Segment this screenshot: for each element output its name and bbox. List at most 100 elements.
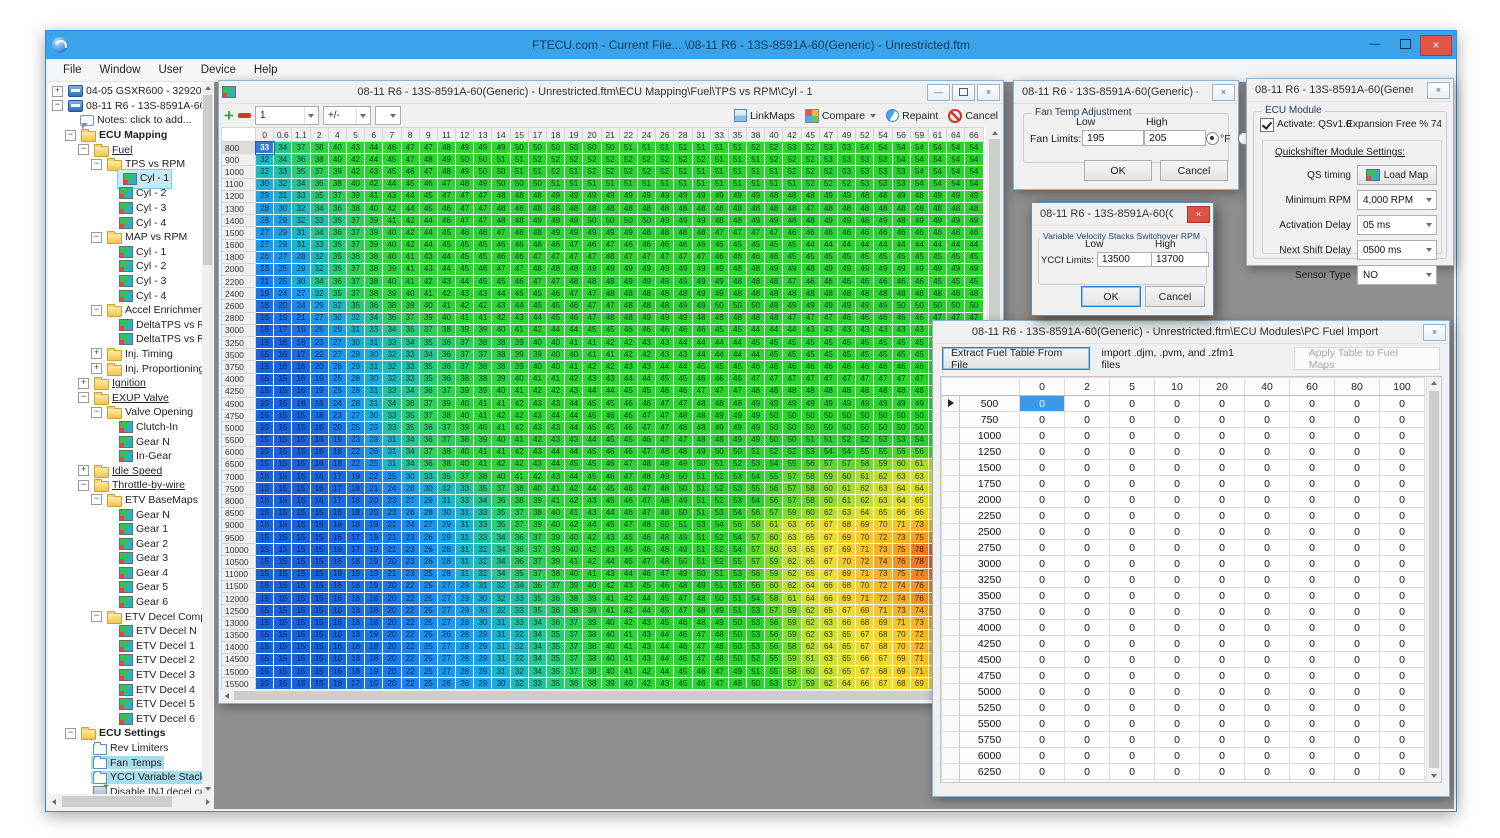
fuel-map-cell[interactable]: 31 bbox=[292, 227, 310, 239]
fuel-map-cell[interactable]: 46 bbox=[619, 507, 637, 519]
fuel-map-cell[interactable]: 45 bbox=[892, 251, 910, 263]
fuel-map-cell[interactable]: 47 bbox=[692, 653, 710, 665]
tree-expander-icon[interactable]: + bbox=[52, 86, 63, 97]
fuel-map-cell[interactable]: 49 bbox=[728, 666, 746, 678]
fuel-map-cell[interactable]: 37 bbox=[565, 617, 583, 629]
row-selector[interactable] bbox=[942, 476, 960, 492]
fuel-map-cell[interactable]: 51 bbox=[692, 495, 710, 507]
fuel-map-cell[interactable]: 37 bbox=[528, 544, 546, 556]
fuel-map-cell[interactable]: 35 bbox=[547, 678, 565, 689]
fuel-map-cell[interactable]: 48 bbox=[619, 202, 637, 214]
fuel-map-cell[interactable]: 41 bbox=[492, 446, 510, 458]
tree-item-etv-decel-5[interactable]: ETV Decel 5 bbox=[49, 697, 202, 712]
fuel-map-cell[interactable]: 39 bbox=[474, 434, 492, 446]
fuel-map-cell[interactable]: 61 bbox=[801, 653, 819, 665]
fuel-map-cell[interactable]: 45 bbox=[583, 446, 601, 458]
fuel-map-cell[interactable]: 51 bbox=[747, 166, 765, 178]
fuel-map-cell[interactable]: 42 bbox=[492, 458, 510, 470]
increase-value-button[interactable]: + bbox=[224, 108, 234, 123]
fuel-map-cell[interactable]: 37 bbox=[437, 385, 455, 397]
fuel-map-cell[interactable]: 40 bbox=[492, 434, 510, 446]
fuel-map-cell[interactable]: 63 bbox=[783, 544, 801, 556]
fuel-map-cell[interactable]: 39 bbox=[437, 397, 455, 409]
fuel-map-cell[interactable]: 50 bbox=[783, 422, 801, 434]
fuel-map-cell[interactable]: 47 bbox=[674, 434, 692, 446]
fuel-map-cell[interactable]: 78 bbox=[910, 556, 928, 568]
fuel-map-cell[interactable]: 48 bbox=[692, 592, 710, 604]
fuel-map-cell[interactable]: 46 bbox=[456, 227, 474, 239]
fuel-map-cell[interactable]: 51 bbox=[819, 434, 837, 446]
fuel-map-cell[interactable]: 15 bbox=[292, 495, 310, 507]
fuel-map-cell[interactable]: 29 bbox=[365, 422, 383, 434]
fuel-map-cell[interactable]: 47 bbox=[838, 373, 856, 385]
fuel-map-cell[interactable]: 54 bbox=[728, 544, 746, 556]
fuel-map-cell[interactable]: 19 bbox=[365, 556, 383, 568]
fuel-map-cell[interactable]: 48 bbox=[838, 385, 856, 397]
fuel-map-cell[interactable]: 51 bbox=[728, 178, 746, 190]
fuel-map-cell[interactable]: 49 bbox=[474, 178, 492, 190]
fuel-map-cell[interactable]: 74 bbox=[910, 605, 928, 617]
import-grid-cell[interactable]: 0 bbox=[1110, 636, 1155, 652]
fuel-map-cell[interactable]: 48 bbox=[674, 288, 692, 300]
import-grid-cell[interactable]: 0 bbox=[1290, 716, 1335, 732]
fuel-map-cell[interactable]: 50 bbox=[492, 166, 510, 178]
fuel-map-cell[interactable]: 45 bbox=[601, 483, 619, 495]
fuel-map-cell[interactable]: 51 bbox=[728, 154, 746, 166]
import-grid-cell[interactable]: 0 bbox=[1065, 748, 1110, 764]
import-grid-cell[interactable]: 0 bbox=[1200, 396, 1245, 412]
fuel-map-cell[interactable]: 39 bbox=[383, 263, 401, 275]
fuel-map-cell[interactable]: 32 bbox=[510, 678, 528, 689]
fuel-map-cell[interactable]: 15 bbox=[274, 422, 292, 434]
fuel-map-cell[interactable]: 67 bbox=[856, 629, 874, 641]
fuel-map-cell[interactable]: 19 bbox=[365, 666, 383, 678]
fuel-map-cell[interactable]: 41 bbox=[547, 495, 565, 507]
fuel-map-cell[interactable]: 49 bbox=[819, 263, 837, 275]
fuel-map-cell[interactable]: 45 bbox=[583, 324, 601, 336]
fuel-map-cell[interactable]: 37 bbox=[474, 349, 492, 361]
fuel-map-cell[interactable]: 15 bbox=[274, 605, 292, 617]
fuel-map-cell[interactable]: 65 bbox=[874, 507, 892, 519]
fuel-map-cell[interactable]: 49 bbox=[747, 410, 765, 422]
fuel-map-cell[interactable]: 47 bbox=[674, 605, 692, 617]
fuel-map-cell[interactable]: 34 bbox=[383, 397, 401, 409]
fuel-map-cell[interactable]: 48 bbox=[856, 288, 874, 300]
fuel-map-cell[interactable]: 27 bbox=[437, 580, 455, 592]
fuel-map-cell[interactable]: 42 bbox=[510, 458, 528, 470]
fuel-map-cell[interactable]: 46 bbox=[801, 227, 819, 239]
fuel-map-cell[interactable]: 15 bbox=[292, 568, 310, 580]
import-grid-cell[interactable]: 0 bbox=[1110, 588, 1155, 604]
tree-item-deltatps-vs-rpm-gear-0[interactable]: DeltaTPS vs RPM - Gear 0 bbox=[49, 332, 202, 347]
fuel-map-cell[interactable]: 57 bbox=[838, 458, 856, 470]
fuel-map-cell[interactable]: 17 bbox=[328, 495, 346, 507]
fuel-map-cell[interactable]: 49 bbox=[892, 190, 910, 202]
tree-item-accel-enrichment[interactable]: −Accel Enrichment bbox=[49, 303, 202, 318]
fuel-map-cell[interactable]: 47 bbox=[656, 410, 674, 422]
fuel-map-cell[interactable]: 52 bbox=[783, 166, 801, 178]
fuel-map-cell[interactable]: 30 bbox=[292, 276, 310, 288]
fuel-map-cell[interactable]: 44 bbox=[728, 337, 746, 349]
fuel-map-cell[interactable]: 45 bbox=[437, 239, 455, 251]
fuel-map-cell[interactable]: 16 bbox=[328, 568, 346, 580]
fuel-map-cell[interactable]: 37 bbox=[510, 519, 528, 531]
fuel-map-cell[interactable]: 29 bbox=[456, 605, 474, 617]
fuel-map-cell[interactable]: 34 bbox=[492, 532, 510, 544]
fuel-map-cell[interactable]: 43 bbox=[656, 337, 674, 349]
fuel-map-cell[interactable]: 46 bbox=[692, 373, 710, 385]
fuel-map-cell[interactable]: 25 bbox=[419, 617, 437, 629]
tree-item-gear-6[interactable]: Gear 6 bbox=[49, 595, 202, 610]
fuel-map-cell[interactable]: 46 bbox=[492, 251, 510, 263]
fuel-map-cell[interactable]: 15 bbox=[256, 385, 274, 397]
fuel-map-cell[interactable]: 44 bbox=[838, 239, 856, 251]
fuel-map-cell[interactable]: 18 bbox=[365, 605, 383, 617]
fuel-map-cell[interactable]: 47 bbox=[583, 300, 601, 312]
fuel-map-cell[interactable]: 48 bbox=[565, 276, 583, 288]
fuel-map-cell[interactable]: 15 bbox=[256, 361, 274, 373]
fuel-map-cell[interactable]: 48 bbox=[928, 288, 946, 300]
fuel-map-cell[interactable]: 49 bbox=[692, 263, 710, 275]
fuel-map-cell[interactable]: 15 bbox=[310, 556, 328, 568]
fuel-map-cell[interactable]: 37 bbox=[292, 142, 310, 154]
fuel-map-cell[interactable]: 18 bbox=[346, 556, 364, 568]
fuel-map-cell[interactable]: 46 bbox=[510, 239, 528, 251]
fuel-map-cell[interactable]: 34 bbox=[528, 653, 546, 665]
import-grid-cell[interactable]: 0 bbox=[1065, 668, 1110, 684]
